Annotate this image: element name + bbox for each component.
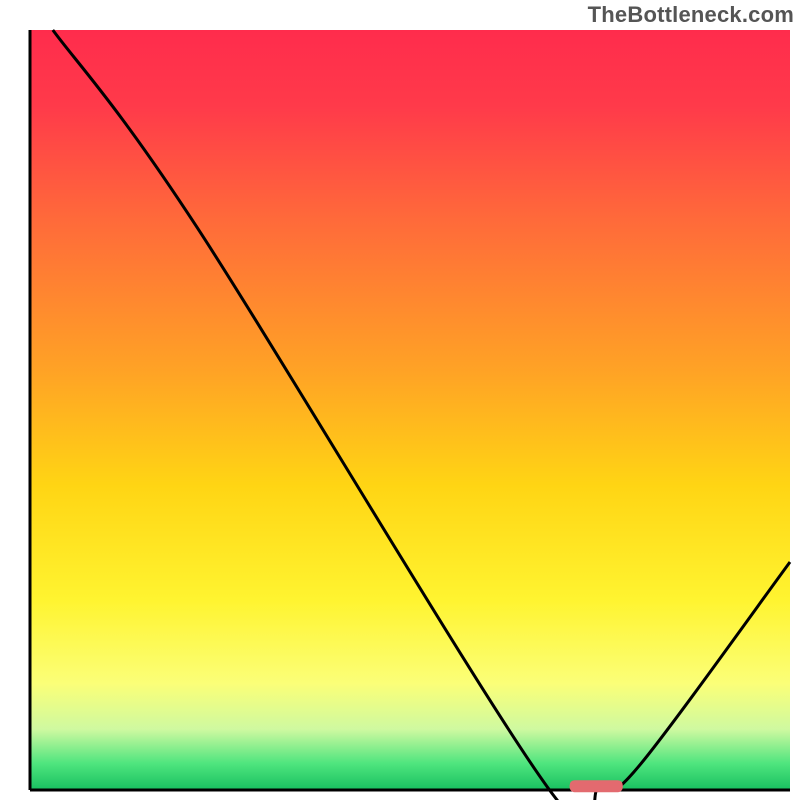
optimal-marker [570, 780, 623, 792]
gradient-background [30, 30, 790, 790]
bottleneck-chart: TheBottleneck.com [0, 0, 800, 800]
watermark-label: TheBottleneck.com [588, 2, 794, 28]
chart-svg [0, 0, 800, 800]
